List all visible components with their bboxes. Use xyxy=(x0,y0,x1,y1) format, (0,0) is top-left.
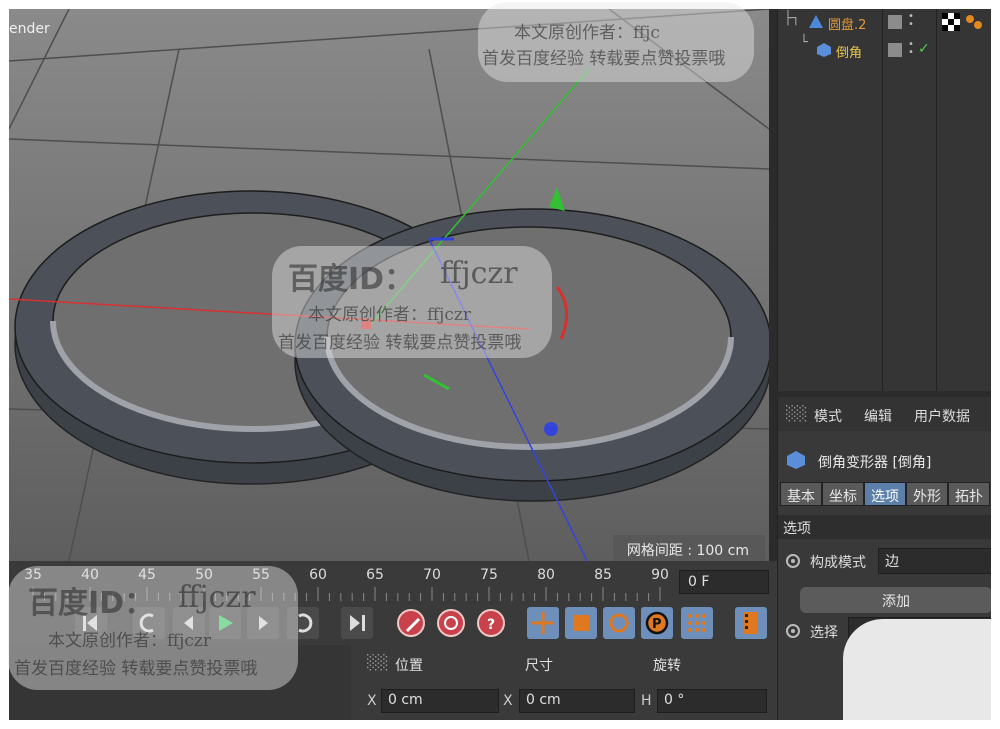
tab-topology[interactable]: 拓扑 xyxy=(948,482,990,506)
blurred-region xyxy=(843,619,991,720)
h-rotation-field[interactable]: 0 ° xyxy=(657,689,767,713)
add-button[interactable]: 添加 xyxy=(800,587,991,613)
x-position-field[interactable]: 0 cm xyxy=(381,689,499,713)
build-mode-label: 构成模式 xyxy=(810,555,866,571)
timeline-tick-label: 90 xyxy=(651,567,669,583)
bevel-deformer-icon xyxy=(787,451,805,469)
tab-coord[interactable]: 坐标 xyxy=(822,482,864,506)
attribute-menu-bar: ░░ 模式 编辑 用户数据 xyxy=(778,397,991,431)
torus-right[interactable] xyxy=(294,208,769,502)
bevel-deformer-icon xyxy=(817,43,831,57)
checker-material-icon[interactable] xyxy=(942,13,960,31)
x-position-label: X xyxy=(367,693,377,709)
record-key-button[interactable] xyxy=(397,609,425,637)
attribute-object-title: 倒角变形器 [倒角] xyxy=(818,455,932,471)
build-mode-radio[interactable] xyxy=(786,554,800,568)
timeline-ticks xyxy=(32,587,661,601)
viewport-scene xyxy=(9,9,769,561)
select-radio[interactable] xyxy=(786,624,800,638)
timeline-tick-label: 60 xyxy=(309,567,327,583)
play-button[interactable] xyxy=(209,607,241,639)
tab-shape[interactable]: 外形 xyxy=(906,482,948,506)
menu-edit[interactable]: 编辑 xyxy=(864,406,892,426)
tab-basic[interactable]: 基本 xyxy=(780,482,822,506)
select-label: 选择 xyxy=(810,625,838,641)
grip-icon: ░░ xyxy=(786,406,808,422)
visibility-tag-icon[interactable] xyxy=(888,43,902,57)
move-tool-icon[interactable] xyxy=(527,607,559,639)
timeline-tick-label: 75 xyxy=(480,567,498,583)
parameter-tool-icon[interactable]: P xyxy=(641,607,673,639)
polygon-disc-icon xyxy=(809,15,823,28)
svg-text:?: ? xyxy=(487,617,495,633)
timeline-tick-label: 70 xyxy=(423,567,441,583)
coordinate-manager: ░░ 位置 尺寸 旋转 X 0 cm X 0 cm H 0 ° xyxy=(351,645,777,720)
keyframe-selection-button[interactable]: ? xyxy=(477,609,505,637)
prev-frame-button[interactable] xyxy=(173,607,205,639)
tab-options[interactable]: 选项 xyxy=(864,482,906,506)
object-name-disc[interactable]: 圆盘.2 xyxy=(828,14,866,33)
timeline-tick-label: 65 xyxy=(366,567,384,583)
c4d-window: ender 网格间距 : 100 cm ├┐ 圆盘.2 • • └ 倒角 • • ✓ xyxy=(9,9,991,720)
enabled-check-icon[interactable]: ✓ xyxy=(918,41,930,57)
render-dots-icon[interactable]: • • xyxy=(908,40,914,58)
object-name-bevel[interactable]: 倒角 xyxy=(836,42,862,61)
build-mode-dropdown[interactable]: 边 xyxy=(878,548,991,574)
object-row-disc[interactable]: ├┐ 圆盘.2 • • xyxy=(778,11,991,33)
timeline-ruler[interactable]: 35 40 45 50 55 60 65 70 75 80 85 90 0 F xyxy=(9,561,777,601)
render-dots-icon[interactable]: • • xyxy=(908,12,914,30)
svg-text:P: P xyxy=(652,617,662,632)
loop-button[interactable] xyxy=(287,607,319,639)
grip-icon: ░░ xyxy=(367,655,389,671)
timeline-tick-label: 55 xyxy=(252,567,270,583)
visibility-tag-icon[interactable] xyxy=(888,15,902,29)
viewport-title: ender xyxy=(9,21,50,37)
section-header-options: 选项 xyxy=(778,515,991,539)
go-to-start-button[interactable] xyxy=(75,607,107,639)
prev-key-button[interactable] xyxy=(133,607,165,639)
menu-user-data[interactable]: 用户数据 xyxy=(914,406,970,426)
tree-branch-icon: ├┐ xyxy=(784,11,800,26)
autokey-button[interactable] xyxy=(437,609,465,637)
scale-tool-icon[interactable] xyxy=(565,607,597,639)
timeline-tick-label: 35 xyxy=(24,567,42,583)
coord-header-size: 尺寸 xyxy=(525,658,553,674)
rotate-tool-icon[interactable] xyxy=(603,607,635,639)
object-manager: ├┐ 圆盘.2 • • └ 倒角 • • ✓ xyxy=(777,9,991,391)
object-row-bevel[interactable]: └ 倒角 • • ✓ xyxy=(778,35,991,61)
go-to-end-button[interactable] xyxy=(341,607,373,639)
x-size-field[interactable]: 0 cm xyxy=(519,689,635,713)
point-level-icon[interactable] xyxy=(681,607,713,639)
timeline-tick-label: 80 xyxy=(537,567,555,583)
transport-bar: ? P xyxy=(9,601,777,645)
x-size-label: X xyxy=(503,693,513,709)
current-frame-field[interactable]: 0 F xyxy=(679,570,769,594)
menu-mode[interactable]: 模式 xyxy=(814,406,842,426)
grid-spacing-readout: 网格间距 : 100 cm xyxy=(612,535,765,561)
timeline-tick-label: 50 xyxy=(195,567,213,583)
h-rotation-label: H xyxy=(641,693,652,709)
film-strip-icon[interactable] xyxy=(735,607,767,639)
timeline-tick-label: 45 xyxy=(138,567,156,583)
perspective-viewport[interactable]: ender 网格间距 : 100 cm xyxy=(9,9,769,561)
phong-tag-icon[interactable] xyxy=(964,13,984,31)
next-frame-button[interactable] xyxy=(247,607,279,639)
timeline-tick-label: 85 xyxy=(594,567,612,583)
tree-branch-icon: └ xyxy=(800,35,808,50)
coord-header-rotation: 旋转 xyxy=(653,658,681,674)
timeline-tick-label: 40 xyxy=(81,567,99,583)
coord-header-position: 位置 xyxy=(395,658,423,674)
coordinate-left-panel xyxy=(9,645,351,720)
